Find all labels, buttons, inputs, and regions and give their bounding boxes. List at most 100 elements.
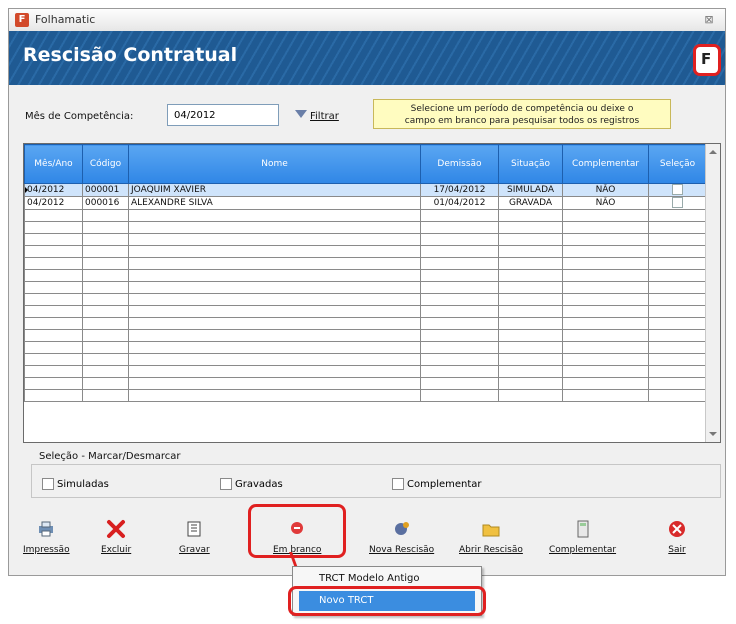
col-header-nome[interactable]: Nome xyxy=(128,144,421,184)
abrir-rescisao-label: Abrir Rescisão xyxy=(459,545,523,555)
row-select-checkbox[interactable] xyxy=(672,184,683,195)
empty-cell xyxy=(420,269,499,282)
empty-cell xyxy=(648,281,707,294)
sair-label: Sair xyxy=(668,545,686,555)
delete-x-icon xyxy=(107,520,126,538)
col-header-codigo[interactable]: Código xyxy=(82,144,129,184)
row-select-checkbox[interactable] xyxy=(672,197,683,208)
empty-cell xyxy=(82,245,129,258)
col-header-mes-ano[interactable]: Mês/Ano xyxy=(24,144,83,184)
empty-cell xyxy=(562,221,649,234)
empty-cell xyxy=(648,341,707,354)
empty-cell xyxy=(24,233,83,246)
empty-cell xyxy=(562,389,649,402)
empty-cell xyxy=(128,293,421,306)
empty-cell xyxy=(562,329,649,342)
col-header-selecao[interactable]: Seleção xyxy=(648,144,707,184)
empty-cell xyxy=(24,377,83,390)
window-title: Folhamatic xyxy=(35,13,96,26)
empty-cell xyxy=(24,365,83,378)
hint-line-1: Selecione um período de competência ou d… xyxy=(410,104,634,114)
complementar-checkbox[interactable]: Complementar xyxy=(392,478,482,490)
empty-cell xyxy=(420,317,499,330)
empty-cell xyxy=(648,365,707,378)
empty-cell xyxy=(24,209,83,222)
col-header-complementar[interactable]: Complementar xyxy=(562,144,649,184)
empty-cell xyxy=(420,257,499,270)
abrir-rescisao-button[interactable]: Abrir Rescisão xyxy=(459,519,523,555)
selection-title: Seleção - Marcar/Desmarcar xyxy=(39,451,181,462)
empty-cell xyxy=(498,377,563,390)
empty-cell xyxy=(128,341,421,354)
toolbar: Impressão Excluir Gravar Em branco Nova … xyxy=(9,509,725,569)
empty-cell xyxy=(648,389,707,402)
empty-cell xyxy=(82,221,129,234)
nova-rescisao-button[interactable]: Nova Rescisão xyxy=(369,519,434,555)
empty-row xyxy=(24,317,707,330)
complementar-button[interactable]: Complementar xyxy=(549,519,616,555)
empty-cell xyxy=(24,245,83,258)
simuladas-checkbox[interactable]: Simuladas xyxy=(42,478,109,490)
empty-cell xyxy=(498,233,563,246)
open-folder-icon xyxy=(482,524,500,537)
empty-row xyxy=(24,233,707,246)
filter-row: Mês de Competência: Filtrar Selecione um… xyxy=(9,95,725,135)
table-row[interactable]: 04/2012 000016 ALEXANDRE SILVA 01/04/201… xyxy=(24,196,707,210)
empty-cell xyxy=(128,245,421,258)
gravadas-checkbox[interactable]: Gravadas xyxy=(220,478,283,490)
empty-cell xyxy=(82,341,129,354)
empty-cell xyxy=(420,377,499,390)
empty-cell xyxy=(128,221,421,234)
excluir-button[interactable]: Excluir xyxy=(101,519,131,555)
competencia-input[interactable] xyxy=(167,104,279,126)
empty-cell xyxy=(498,317,563,330)
empty-row xyxy=(24,329,707,342)
impressao-button[interactable]: Impressão xyxy=(23,519,70,555)
grid-header-row: Mês/Ano Código Nome Demissão Situação Co… xyxy=(24,144,707,184)
empty-cell xyxy=(562,281,649,294)
empty-cell xyxy=(420,221,499,234)
gravar-button[interactable]: Gravar xyxy=(179,519,210,555)
empty-cell xyxy=(648,317,707,330)
empty-cell xyxy=(498,245,563,258)
empty-cell xyxy=(128,317,421,330)
empty-cell xyxy=(562,317,649,330)
filter-button[interactable]: Filtrar xyxy=(295,108,339,124)
col-header-demissao[interactable]: Demissão xyxy=(420,144,499,184)
scroll-down-icon[interactable] xyxy=(709,432,717,436)
empty-cell xyxy=(24,269,83,282)
empty-row xyxy=(24,209,707,222)
cell-situacao: GRAVADA xyxy=(498,196,563,210)
header-banner: Rescisão Contratual F xyxy=(9,31,725,85)
empty-cell xyxy=(562,209,649,222)
empty-cell xyxy=(24,257,83,270)
scroll-up-icon[interactable] xyxy=(709,150,717,154)
empty-cell xyxy=(498,389,563,402)
cell-demissao: 01/04/2012 xyxy=(420,196,499,210)
sair-button[interactable]: Sair xyxy=(667,519,687,555)
empty-cell xyxy=(562,305,649,318)
empty-cell xyxy=(648,293,707,306)
empty-cell xyxy=(128,329,421,342)
checkbox-box xyxy=(392,478,404,490)
empty-row xyxy=(24,365,707,378)
empty-cell xyxy=(498,365,563,378)
competencia-label: Mês de Competência: xyxy=(25,111,134,122)
empty-cell xyxy=(420,353,499,366)
novo-trct-highlight xyxy=(288,586,486,616)
vertical-scrollbar[interactable] xyxy=(705,144,720,442)
col-header-situacao[interactable]: Situação xyxy=(498,144,563,184)
rescisao-grid[interactable]: Mês/Ano Código Nome Demissão Situação Co… xyxy=(23,143,721,443)
cell-mes-ano: 04/2012 xyxy=(24,183,83,197)
empty-cell xyxy=(128,365,421,378)
table-row[interactable]: 04/2012 000001 JOAQUIM XAVIER 17/04/2012… xyxy=(24,183,707,197)
close-icon[interactable]: ⊠ xyxy=(701,12,717,28)
cell-situacao: SIMULADA xyxy=(498,183,563,197)
gravadas-label: Gravadas xyxy=(235,478,283,490)
empty-cell xyxy=(562,353,649,366)
cell-text: 04/2012 xyxy=(27,184,65,195)
empty-cell xyxy=(498,209,563,222)
cell-mes-ano: 04/2012 xyxy=(24,196,83,210)
empty-cell xyxy=(420,281,499,294)
selection-group: Simuladas Gravadas Complementar xyxy=(31,464,721,498)
